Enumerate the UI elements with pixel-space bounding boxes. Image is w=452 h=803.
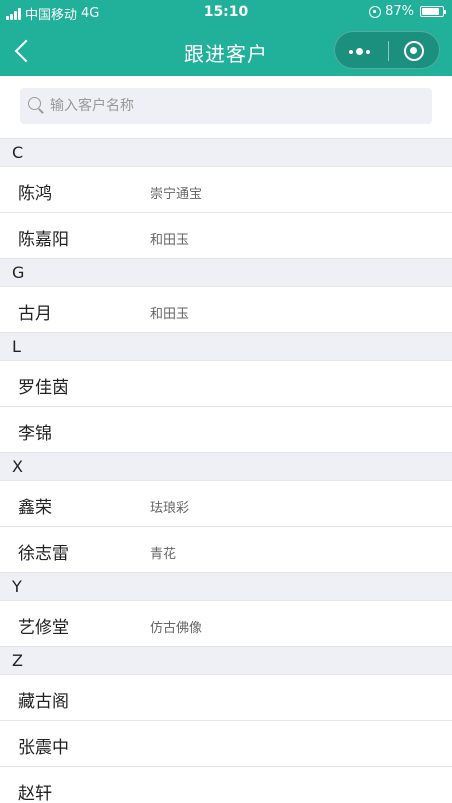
search-box[interactable] <box>20 88 432 124</box>
customer-row[interactable]: 李锦 <box>0 406 452 452</box>
nav-bar: 跟进客户 <box>0 26 452 76</box>
customer-list: C 陈鸿 崇宁通宝 陈嘉阳 和田玉 G 古月 和田玉 L 罗佳茵 李锦 X 鑫荣 珐琅彩 徐志雷 青花 Y 艺修堂… <box>0 138 452 803</box>
customer-name: 古月 <box>18 304 52 324</box>
customer-name: 张震中 <box>18 738 69 758</box>
customer-row[interactable]: 鑫荣 珐琅彩 <box>0 480 452 526</box>
customer-row[interactable]: 陈鸿 崇宁通宝 <box>0 166 452 212</box>
close-button[interactable] <box>388 32 441 70</box>
more-dots-icon <box>349 48 370 55</box>
group-header-z: Z <box>0 646 452 674</box>
close-target-icon <box>404 41 424 61</box>
customer-name: 罗佳茵 <box>18 378 69 398</box>
mini-program-capsule <box>334 31 440 69</box>
group-header-y: Y <box>0 572 452 600</box>
customer-row[interactable]: 陈嘉阳 和田玉 <box>0 212 452 258</box>
group-header-l: L <box>0 332 452 360</box>
search-bar <box>0 76 452 138</box>
customer-name: 鑫荣 <box>18 498 52 518</box>
customer-tag: 和田玉 <box>150 307 190 322</box>
customer-tag: 崇宁通宝 <box>150 187 203 202</box>
group-header-c: C <box>0 138 452 166</box>
customer-row[interactable]: 徐志雷 青花 <box>0 526 452 572</box>
customer-name: 李锦 <box>18 424 52 444</box>
customer-row[interactable]: 罗佳茵 <box>0 360 452 406</box>
group-header-x: X <box>0 452 452 480</box>
customer-name: 陈嘉阳 <box>18 230 69 250</box>
customer-row[interactable]: 张震中 <box>0 720 452 766</box>
status-bar: 中国移动 4G 15:10 87% <box>0 0 452 26</box>
search-input[interactable] <box>50 88 420 124</box>
customer-tag: 和田玉 <box>150 233 190 248</box>
customer-tag: 青花 <box>150 547 177 562</box>
customer-row[interactable]: 赵轩 <box>0 766 452 803</box>
customer-name: 陈鸿 <box>18 184 52 204</box>
customer-name: 赵轩 <box>18 784 52 803</box>
status-right: 87% <box>369 4 446 19</box>
battery-fill <box>422 8 440 15</box>
more-button[interactable] <box>335 32 388 70</box>
rotation-lock-icon <box>369 5 382 18</box>
customer-tag: 珐琅彩 <box>150 501 190 516</box>
battery-percent: 87% <box>385 4 414 19</box>
customer-name: 藏古阁 <box>18 692 69 712</box>
customer-name: 徐志雷 <box>18 544 69 564</box>
customer-row[interactable]: 艺修堂 仿古佛像 <box>0 600 452 646</box>
customer-row[interactable]: 古月 和田玉 <box>0 286 452 332</box>
battery-icon <box>420 6 446 17</box>
group-header-g: G <box>0 258 452 286</box>
customer-name: 艺修堂 <box>18 618 69 638</box>
customer-tag: 仿古佛像 <box>150 621 203 636</box>
search-icon <box>28 97 44 113</box>
customer-row[interactable]: 藏古阁 <box>0 674 452 720</box>
